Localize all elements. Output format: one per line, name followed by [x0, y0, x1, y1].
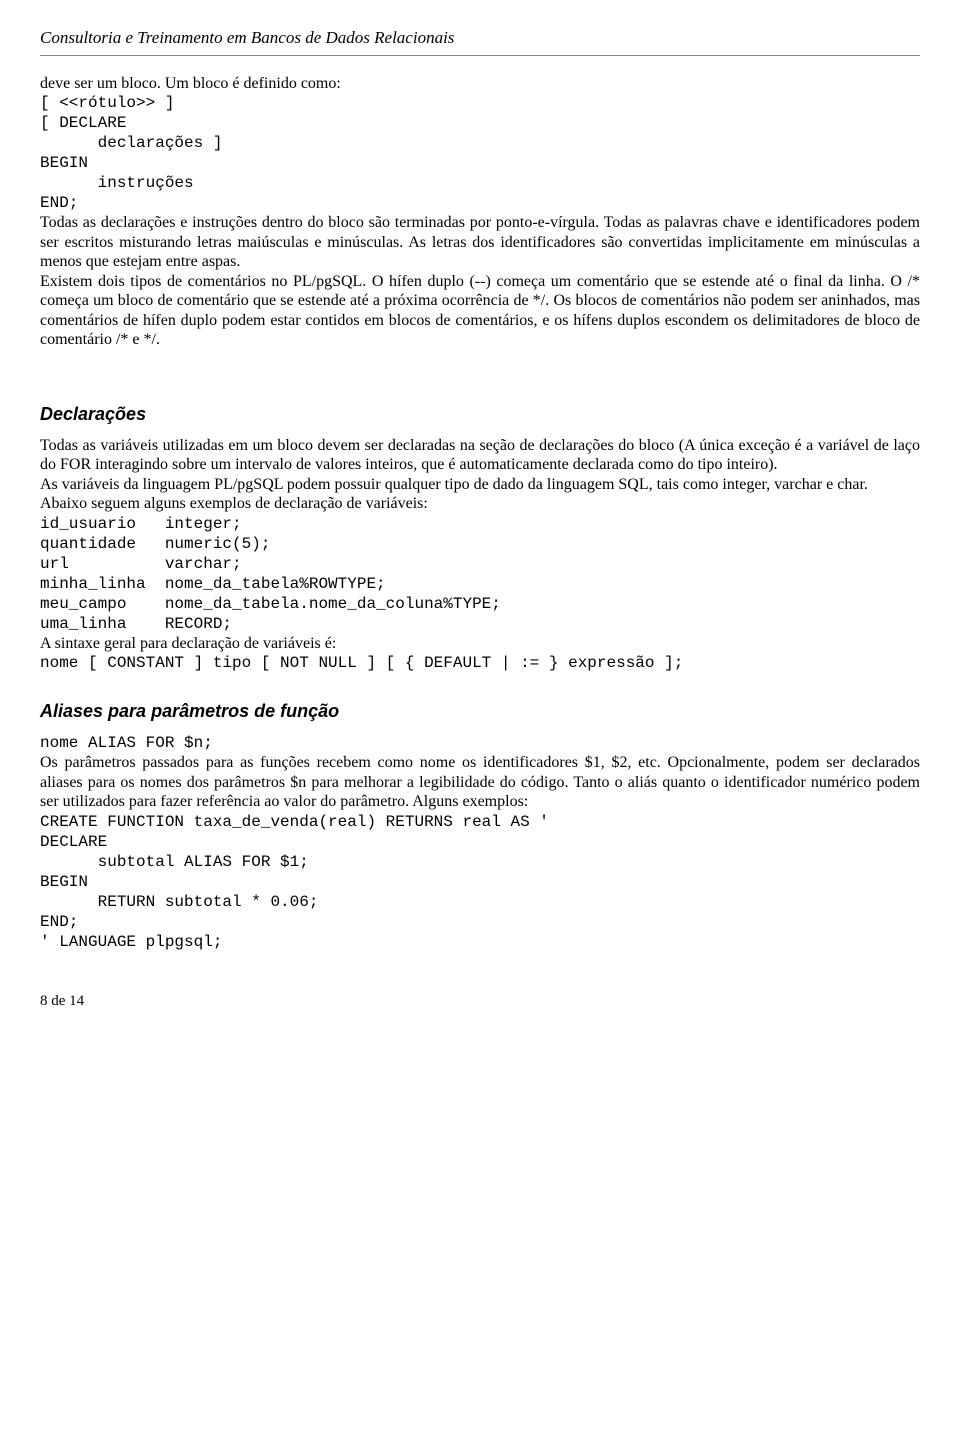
paragraph-terminators: Todas as declarações e instruções dentro…: [40, 213, 920, 272]
code-syntax-line: nome [ CONSTANT ] tipo [ NOT NULL ] [ { …: [40, 653, 920, 673]
decl-para-2: As variáveis da linguagem PL/pgSQL podem…: [40, 475, 920, 495]
page-header: Consultoria e Treinamento em Bancos de D…: [40, 28, 920, 56]
paragraph-comments: Existem dois tipos de comentários no PL/…: [40, 272, 920, 350]
alias-code-2: CREATE FUNCTION taxa_de_venda(real) RETU…: [40, 812, 920, 952]
alias-para-1: Os parâmetros passados para as funções r…: [40, 753, 920, 812]
decl-para-3: Abaixo seguem alguns exemplos de declara…: [40, 494, 920, 514]
intro-line: deve ser um bloco. Um bloco é definido c…: [40, 74, 920, 94]
heading-aliases: Aliases para parâmetros de função: [40, 701, 920, 723]
decl-para-4: A sintaxe geral para declaração de variá…: [40, 634, 920, 654]
code-block-structure: [ <<rótulo>> ] [ DECLARE declarações ] B…: [40, 93, 920, 213]
page-footer: 8 de 14: [40, 992, 920, 1010]
code-declarations: id_usuario integer; quantidade numeric(5…: [40, 514, 920, 634]
alias-code-1: nome ALIAS FOR $n;: [40, 733, 920, 753]
decl-para-1: Todas as variáveis utilizadas em um bloc…: [40, 436, 920, 475]
heading-declarations: Declarações: [40, 404, 920, 426]
